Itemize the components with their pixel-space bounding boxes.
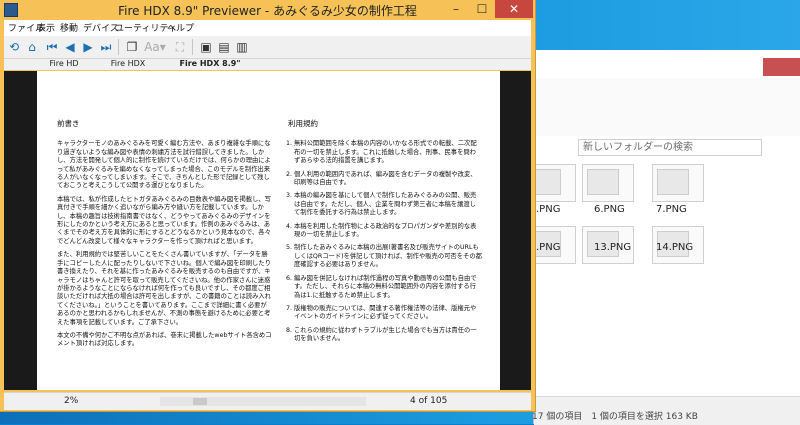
- first-page-icon[interactable]: ⏮: [44, 40, 60, 54]
- status-bar: 2% 4 of 105: [4, 392, 531, 410]
- file-name: .PNG: [536, 204, 561, 215]
- file-thumbnail[interactable]: [652, 164, 704, 202]
- fit-icon[interactable]: ⛶: [172, 40, 188, 54]
- terms-item: 本稿の編み図を基にして個人で制作したあみぐるみの公開、販売は自由です。ただし、個…: [294, 192, 482, 217]
- explorer-search-input[interactable]: 新しいフォルダーの検索: [578, 139, 762, 156]
- menu-device[interactable]: デバイス: [83, 21, 119, 34]
- file-name: .PNG: [536, 242, 561, 253]
- page-scrollbar[interactable]: [160, 397, 366, 406]
- last-page-icon[interactable]: ⏭: [98, 40, 114, 54]
- explorer-status-bar: 17 個の項目 1 個の項目を選択 163 KB: [532, 396, 800, 425]
- close-button[interactable]: ✕: [495, 0, 533, 18]
- terms-list: 無料公開範囲を除く本稿の内容のいかなる形式での転載、二次配布の一切を禁止します。…: [282, 140, 482, 343]
- file-name: 6.PNG: [594, 204, 625, 215]
- toolbar: ⟲ ⌂ ⏮ ◀ ▶ ⏭ ❐ Aa▾ ⛶ ▣ ▤ ▥: [4, 36, 531, 59]
- tab-fire-hdx-89[interactable]: Fire HDX 8.9": [150, 59, 270, 68]
- zoom-level: 2%: [64, 396, 79, 406]
- file-name: 14.PNG: [656, 242, 694, 253]
- book-page: 前書き キャラクターモノのあみぐるみを可愛く編む方法や、あまり複雑な手順になり過…: [37, 71, 500, 390]
- terms-item: これらの規約に従わずトラブルが生じた場合でも当方は責任の一切を負いません。: [294, 327, 482, 344]
- toolbar-separator: [118, 39, 119, 55]
- font-size-icon[interactable]: Aa▾: [142, 40, 168, 54]
- preview-area: 前書き キャラクターモノのあみぐるみを可愛く編む方法や、あまり複雑な手順になり過…: [4, 71, 531, 390]
- menu-help[interactable]: ヘルプ: [167, 21, 194, 34]
- page-view-icon[interactable]: ▣: [198, 40, 214, 54]
- next-page-icon[interactable]: ▶: [80, 40, 96, 54]
- rotate-icon[interactable]: ⟲: [6, 40, 22, 54]
- previewer-window: Fire HDX 8.9" Previewer - あみぐるみ少女の制作工程 –…: [0, 0, 535, 411]
- toolbar-separator: [192, 39, 193, 55]
- titlebar[interactable]: Fire HDX 8.9" Previewer - あみぐるみ少女の制作工程 –…: [0, 0, 535, 20]
- menu-view[interactable]: 表示: [37, 21, 55, 34]
- terms-column: 利用規約 無料公開範囲を除く本稿の内容のいかなる形式での転載、二次配布の一切を禁…: [282, 119, 482, 349]
- file-name: 13.PNG: [594, 242, 632, 253]
- terms-item: 編み図を併記しなければ制作過程の写真や動画等の公開も自由です。ただし、それらに本…: [294, 275, 482, 300]
- menu-go[interactable]: 移動: [60, 21, 78, 34]
- preface-paragraph: 本稿では、私が作成したヒトガタあみぐるみの目数表や編み図を掲載し、写真付きで手順…: [57, 195, 271, 245]
- preface-paragraph: また、利用規約では堅苦しいことをたくさん書いていますが、「データを勝手にコピーし…: [57, 251, 271, 326]
- copy-icon[interactable]: ❐: [124, 40, 140, 54]
- document-icon[interactable]: ▥: [234, 40, 250, 54]
- terms-item: 個人利用の範囲内であれば、編み図を含むデータの複製や改変、印刷等は自由です。: [294, 171, 482, 188]
- terms-item: 制作したあみぐるみに本稿の出展(著書名及び販売サイトのURLもしくはQRコード)…: [294, 244, 482, 269]
- preface-paragraph: キャラクターモノのあみぐるみを可愛く編む方法や、あまり複雑な手順になり過ぎないよ…: [57, 140, 271, 190]
- explorer-status-text: 17 個の項目 1 個の項目を選択 163 KB: [532, 412, 698, 422]
- home-icon[interactable]: ⌂: [24, 40, 40, 54]
- preface-paragraph: 本文の不備や何かご不明な点があれば、巻末に掲載したwebサイト各含めコメント頂け…: [57, 331, 272, 348]
- maximize-button[interactable]: ☐: [469, 0, 495, 18]
- terms-heading: 利用規約: [288, 119, 318, 128]
- menu-bar: ファイル 表示 移動 デバイス ユーティリティ ヘルプ: [4, 20, 531, 36]
- page-indicator: 4 of 105: [410, 396, 448, 406]
- minimize-button[interactable]: –: [443, 0, 469, 18]
- terms-item: 本稿を利用した制作物による政治的なプロパガンダや差別的な表現の一切を禁止します。: [294, 223, 482, 240]
- terms-item: 版権物の販売については、関連する著作権法等の法律、版権元やイベントのガイドライン…: [294, 305, 482, 322]
- file-explorer-window: 新しいフォルダーの検索 .PNG 6.PNG 7.PNG .PNG 13.PNG…: [524, 50, 800, 425]
- file-name: 7.PNG: [656, 204, 687, 215]
- terms-item: 無料公開範囲を除く本稿の内容のいかなる形式での転載、二次配布の一切を禁止します。…: [294, 140, 482, 165]
- portrait-icon[interactable]: ▤: [216, 40, 232, 54]
- explorer-ribbon: [534, 78, 800, 137]
- explorer-file-grid: .PNG 6.PNG 7.PNG .PNG 13.PNG 14.PNG: [524, 158, 800, 396]
- preface-heading: 前書き: [57, 119, 80, 128]
- explorer-close-button[interactable]: [763, 58, 800, 76]
- page-scrollbar-thumb[interactable]: [193, 398, 207, 405]
- explorer-titlebar: [534, 50, 800, 78]
- device-tabs: Fire HD Fire HDX Fire HDX 8.9": [4, 59, 531, 70]
- preface-column: 前書き キャラクターモノのあみぐるみを可愛く編む方法や、あまり複雑な手順になり過…: [57, 119, 272, 354]
- file-thumbnail[interactable]: [582, 164, 634, 202]
- previous-page-icon[interactable]: ◀: [62, 40, 78, 54]
- explorer-address-bar: 新しいフォルダーの検索: [534, 136, 800, 159]
